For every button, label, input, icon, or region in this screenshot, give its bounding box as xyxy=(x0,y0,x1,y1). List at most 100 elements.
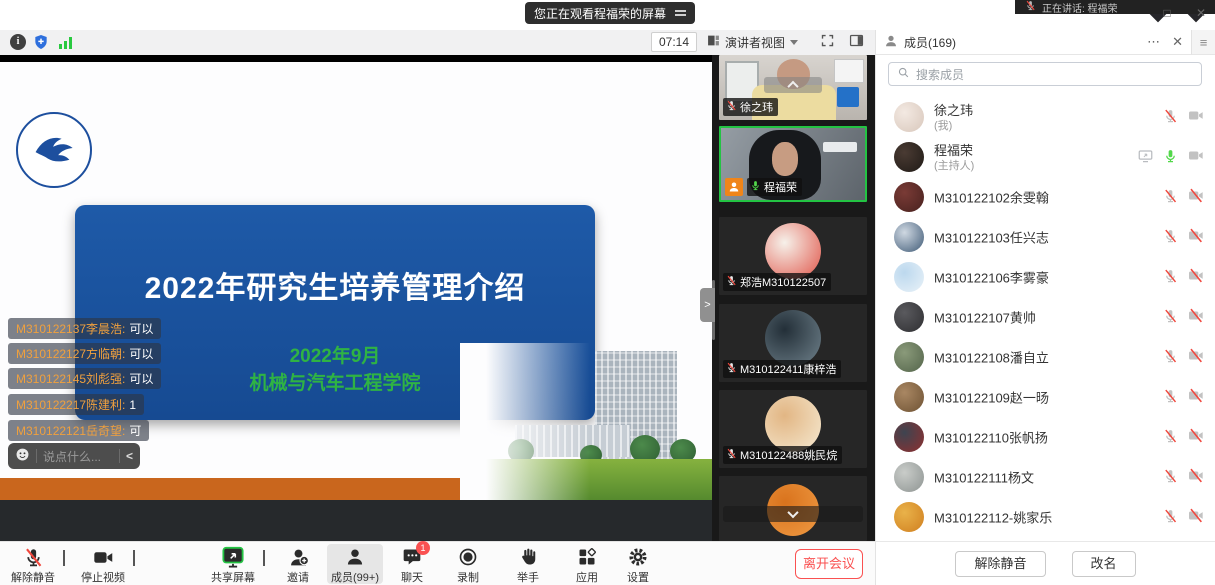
campus-photo xyxy=(460,343,712,500)
scroll-down-button[interactable] xyxy=(723,506,863,522)
toolbar-item-raise-hand[interactable]: 举手 xyxy=(500,544,556,584)
toolbar-item-camera[interactable]: 停止视频 xyxy=(75,544,131,584)
toolbar-item-apps[interactable]: 应用 xyxy=(559,544,615,584)
members-icon xyxy=(327,546,383,568)
camera-on-icon xyxy=(1188,148,1204,167)
chat-sender: M310122145刘彪强: xyxy=(16,370,125,387)
member-row[interactable]: M310122112-姚家乐 xyxy=(876,497,1215,537)
maximize-icon[interactable]: □ xyxy=(1158,5,1176,21)
toolbar-item-label: 录制 xyxy=(440,569,496,585)
close-window-icon[interactable]: ✕ xyxy=(1192,5,1210,21)
camera-off-icon xyxy=(1188,428,1204,447)
member-row[interactable]: (我)徐之玮 xyxy=(876,97,1215,137)
member-status-icons xyxy=(1163,228,1204,247)
mic-on-icon xyxy=(1163,148,1178,166)
panel-close-icon[interactable]: ✕ xyxy=(1172,34,1183,50)
member-row[interactable]: M310122109赵一旸 xyxy=(876,377,1215,417)
member-name: M310122108潘自立 xyxy=(934,348,1049,367)
member-list: (我)徐之玮(主持人)程福荣M310122102余雯翰M310122103任兴志… xyxy=(876,97,1215,537)
chat-text: 可以 xyxy=(129,320,153,337)
panel-hamburger-icon[interactable]: ≡ xyxy=(1191,30,1215,55)
chevron-up-icon[interactable] xyxy=(133,552,143,560)
participant-name: 程福荣 xyxy=(764,179,797,195)
record-icon xyxy=(440,546,496,568)
scroll-up-button[interactable] xyxy=(764,77,822,93)
member-name: 程福荣 xyxy=(934,140,973,159)
members-panel-title: 成员(169) xyxy=(904,34,956,51)
member-row[interactable]: M310122103任兴志 xyxy=(876,217,1215,257)
watching-screen-banner[interactable]: 您正在观看程福荣的屏幕 xyxy=(525,2,695,24)
member-row[interactable]: M310122108潘自立 xyxy=(876,337,1215,377)
member-role: (我) xyxy=(934,117,952,133)
member-status-icons xyxy=(1163,268,1204,287)
members-panel-footer: 解除静音 改名 xyxy=(875,541,1215,585)
security-shield-icon[interactable] xyxy=(33,34,49,53)
toolbar-item-label: 停止视频 xyxy=(75,569,131,585)
participant-name: 徐之玮 xyxy=(740,99,773,115)
view-mode-button[interactable]: 演讲者视图 xyxy=(707,32,798,52)
chat-message: M310122137李晨浩:可以 xyxy=(8,318,161,339)
camera-on-icon xyxy=(1188,108,1204,127)
panel-menu-icon[interactable]: ⋯ xyxy=(1147,34,1160,50)
meeting-info-icon[interactable]: i xyxy=(10,34,26,50)
toolbar-item-members[interactable]: 成员(99+) xyxy=(327,544,383,584)
member-role: (主持人) xyxy=(934,157,974,173)
toolbar-item-invite[interactable]: 邀请 xyxy=(270,544,326,584)
member-row[interactable]: M310122107黄帅 xyxy=(876,297,1215,337)
chat-text: 1 xyxy=(129,398,136,412)
muted-mic-icon xyxy=(726,275,737,289)
member-row[interactable]: M310122102余雯翰 xyxy=(876,177,1215,217)
search-icon xyxy=(897,66,910,82)
chat-icon: 1 xyxy=(384,546,440,568)
meeting-timer: 07:14 xyxy=(651,32,697,52)
chat-message: M310122145刘彪强:可以 xyxy=(8,368,161,389)
participant-name-tag: M310122411康梓浩 xyxy=(723,360,841,378)
muted-mic-icon xyxy=(1025,0,1036,14)
video-thumbnail[interactable] xyxy=(719,476,867,541)
video-thumbnail[interactable]: 程福荣 xyxy=(719,126,867,202)
member-row[interactable]: M310122106李雾豪 xyxy=(876,257,1215,297)
chat-sender: M310122137李晨浩: xyxy=(16,320,125,337)
member-name: M310122102余雯翰 xyxy=(934,188,1049,207)
toolbar-item-settings[interactable]: 设置 xyxy=(610,544,666,584)
meeting-controls-bar: 离开会议 解除静音停止视频 共享屏幕邀请成员(99+)1聊天录制举手应用设置 xyxy=(0,541,875,585)
letterbox-strip xyxy=(0,55,712,62)
person-icon xyxy=(884,34,898,51)
member-status-icons xyxy=(1163,348,1204,367)
camera-off-icon xyxy=(1188,348,1204,367)
member-name: M310122107黄帅 xyxy=(934,308,1036,327)
member-row[interactable]: M310122111杨文 xyxy=(876,457,1215,497)
toolbar-item-record[interactable]: 录制 xyxy=(440,544,496,584)
unmute-all-button[interactable]: 解除静音 xyxy=(955,551,1045,577)
banner-list-icon[interactable] xyxy=(675,10,686,16)
participant-name: 郑浩M310122507 xyxy=(740,274,826,290)
member-row[interactable]: (主持人)程福荣 xyxy=(876,137,1215,177)
chat-input-placeholder[interactable]: 说点什么... xyxy=(43,448,113,465)
member-row[interactable]: M310122110张帆扬 xyxy=(876,417,1215,457)
toolbar-item-label: 共享屏幕 xyxy=(205,569,261,585)
muted-mic-icon xyxy=(1163,108,1178,126)
mic-on-icon xyxy=(750,180,761,194)
video-thumbnail[interactable]: 郑浩M310122507 xyxy=(719,217,867,295)
sidebar-toggle-icon[interactable] xyxy=(849,33,864,51)
avatar xyxy=(894,382,924,412)
thumbnail-strip-collapse-handle[interactable]: > xyxy=(700,288,715,322)
toolbar-item-mic-muted[interactable]: 解除静音 xyxy=(5,544,61,584)
chevron-up-icon[interactable] xyxy=(63,552,73,560)
video-thumbnail[interactable]: M310122411康梓浩 xyxy=(719,304,867,382)
toolbar-item-chat[interactable]: 1聊天 xyxy=(384,544,440,584)
video-thumbnail[interactable]: M310122488姚民烷 xyxy=(719,390,867,468)
avatar xyxy=(894,222,924,252)
video-thumbnail[interactable]: 徐之玮 xyxy=(719,55,867,120)
fullscreen-icon[interactable] xyxy=(820,33,835,51)
member-search-input[interactable]: 搜索成员 xyxy=(888,62,1202,86)
rename-button[interactable]: 改名 xyxy=(1072,551,1136,577)
emoji-icon[interactable] xyxy=(15,447,30,465)
chat-collapse-icon[interactable]: < xyxy=(126,449,133,463)
chat-input-bar[interactable]: 说点什么... < xyxy=(8,443,140,469)
muted-mic-icon xyxy=(1163,388,1178,406)
leave-meeting-button[interactable]: 离开会议 xyxy=(795,549,863,579)
toolbar-item-share-screen[interactable]: 共享屏幕 xyxy=(205,544,261,584)
toolbar-item-label: 应用 xyxy=(559,569,615,585)
meeting-titlebar: 您正在观看程福荣的屏幕 正在讲话: 程福荣 □ ✕ xyxy=(0,0,1215,30)
